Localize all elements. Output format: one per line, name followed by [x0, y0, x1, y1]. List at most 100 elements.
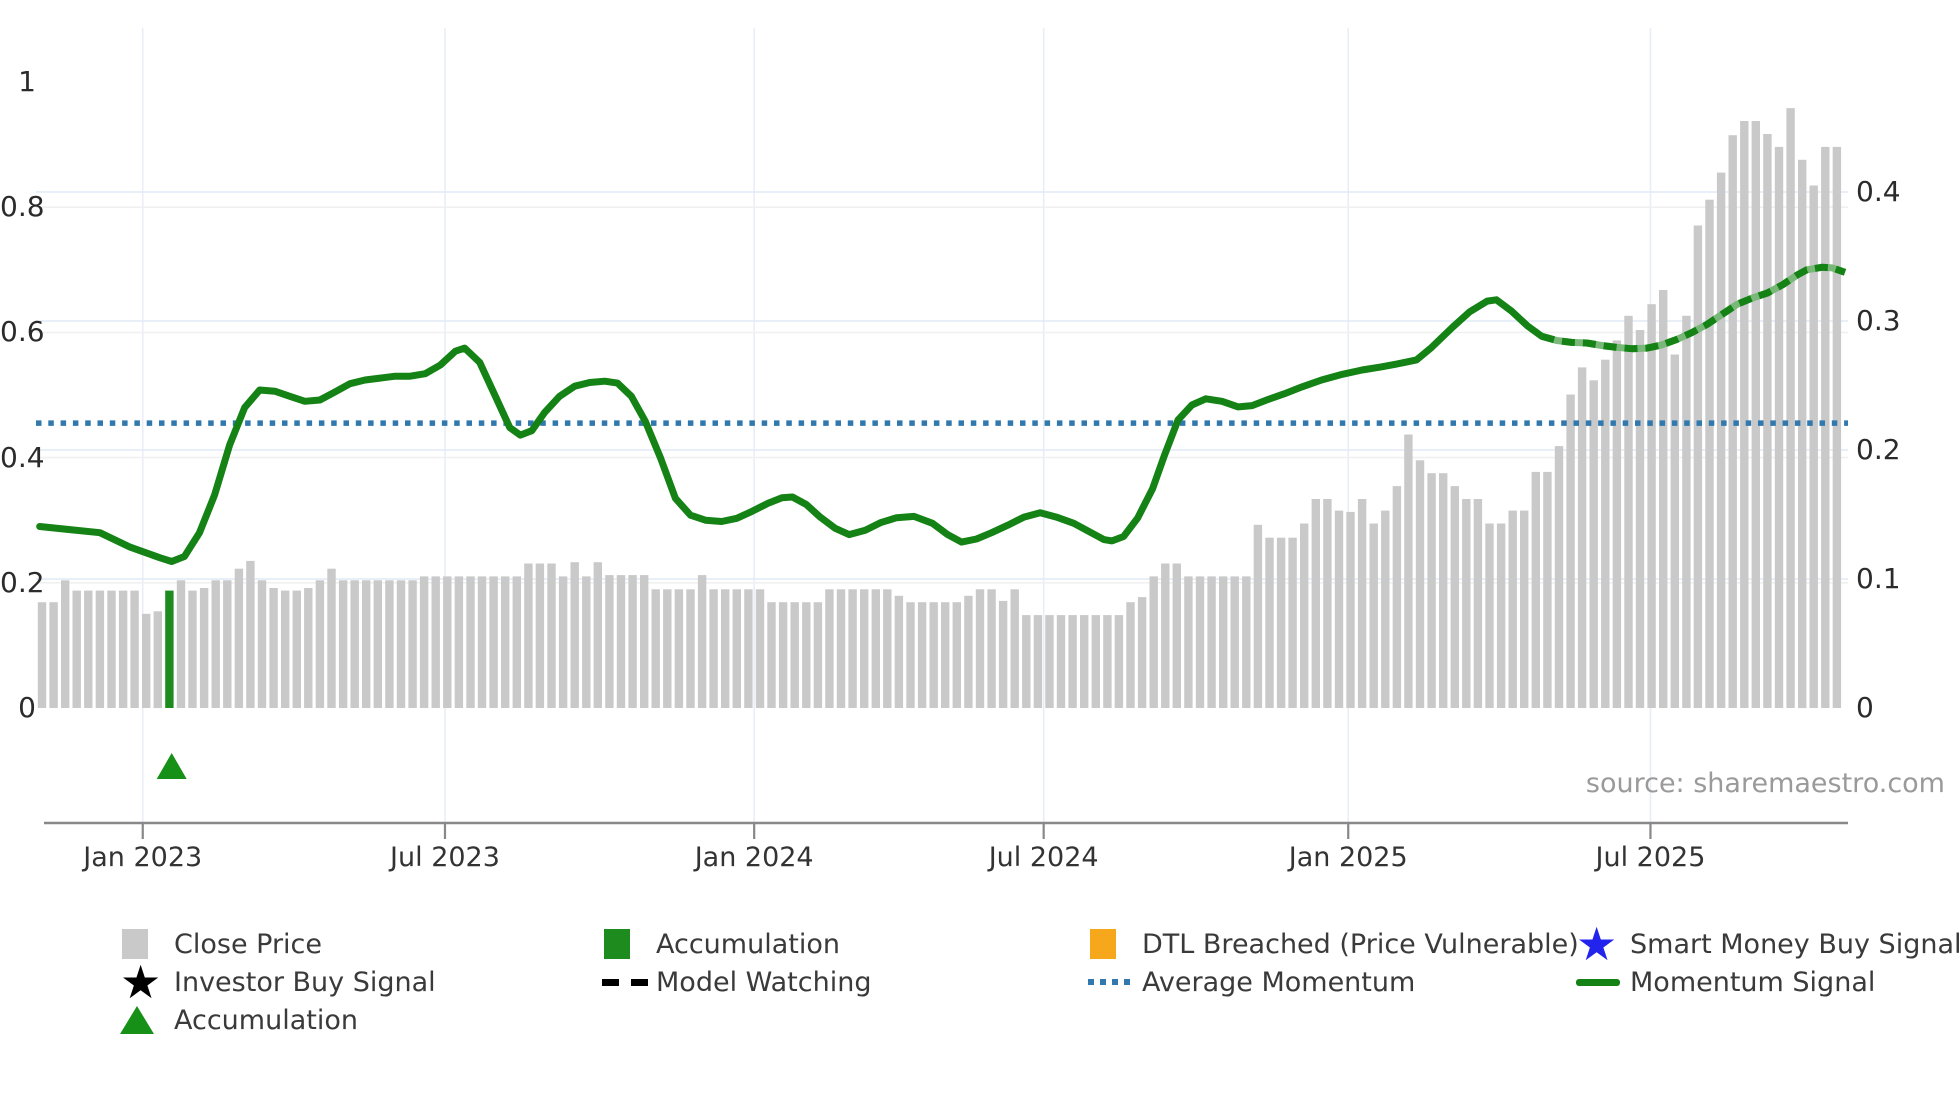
price-bar	[1288, 537, 1297, 708]
price-bar	[362, 580, 371, 708]
price-bar	[1543, 471, 1552, 708]
price-bar	[674, 589, 684, 708]
price-bar	[1415, 460, 1425, 708]
left-axis-tick-label: 0.6	[0, 315, 45, 349]
price-bar	[1404, 434, 1413, 708]
black-dashes-swatch	[602, 978, 648, 986]
price-bar	[1496, 523, 1506, 708]
price-bar	[570, 562, 579, 708]
x-axis-tick-label: Jan 2025	[1288, 842, 1408, 873]
legend-item-close-price: Close Price	[120, 925, 436, 963]
price-bar	[964, 595, 973, 708]
price-bar	[95, 590, 105, 708]
price-bar	[825, 589, 834, 708]
price-bar	[894, 595, 904, 708]
right-axis-tick-label: 0.2	[1856, 433, 1901, 466]
price-bar	[466, 576, 475, 708]
price-bar	[1821, 146, 1830, 708]
x-axis-tick-label: Jan 2024	[694, 842, 814, 873]
price-bar	[709, 589, 718, 708]
orange-square-swatch	[1090, 929, 1116, 959]
price-bar	[1774, 146, 1784, 708]
price-bar	[1566, 394, 1575, 708]
price-bar	[1219, 576, 1228, 708]
legend-label: Smart Money Buy Signal	[1630, 928, 1960, 960]
green-square-swatch	[604, 929, 630, 959]
legend-label: Accumulation	[174, 1004, 358, 1036]
price-bar	[767, 602, 776, 708]
price-bar	[651, 589, 660, 708]
right-axis-tick-label: 0.3	[1856, 304, 1901, 337]
price-bar	[234, 568, 244, 708]
blue-dotted-swatch	[1088, 979, 1134, 985]
price-bar	[1577, 367, 1587, 708]
price-bar	[304, 588, 313, 708]
left-axis-tick-label: 0.4	[0, 440, 45, 474]
price-bar	[1045, 615, 1054, 708]
price-bar	[211, 580, 220, 708]
price-bar	[975, 589, 985, 708]
price-bar	[118, 590, 128, 708]
price-bar	[917, 602, 927, 708]
price-bar	[1832, 146, 1842, 708]
price-bar	[1195, 576, 1205, 708]
legend-column: Accumulation Model Watching	[602, 925, 871, 1001]
price-bar	[1624, 315, 1633, 708]
price-bar	[1798, 159, 1807, 709]
price-bar	[1439, 473, 1448, 708]
price-bar	[153, 611, 162, 709]
price-bar	[257, 580, 267, 708]
price-bar	[558, 576, 568, 708]
price-bar	[605, 575, 614, 708]
price-bar	[1276, 537, 1286, 708]
price-bar	[1230, 576, 1239, 708]
price-bar	[755, 589, 765, 708]
x-axis-tick-label: Jul 2024	[988, 842, 1099, 873]
price-bar	[1716, 172, 1726, 709]
horizontal-gridlines	[36, 191, 1848, 584]
black-star-icon	[120, 963, 168, 1001]
x-axis-tick-label: Jan 2023	[83, 842, 203, 873]
price-bar	[1369, 523, 1378, 708]
price-bar	[246, 560, 255, 708]
legend-label: Momentum Signal	[1630, 966, 1876, 998]
price-bar	[49, 602, 58, 708]
price-bar	[142, 613, 151, 708]
price-bar	[1184, 576, 1193, 708]
price-bar	[1809, 185, 1818, 708]
price-bar	[836, 589, 846, 708]
price-bar	[61, 580, 70, 708]
price-bar	[107, 590, 116, 708]
price-bar	[987, 589, 996, 708]
price-bar	[188, 590, 197, 708]
price-bar	[1323, 499, 1332, 708]
price-bar	[547, 563, 556, 708]
price-bar	[1068, 615, 1077, 708]
green-square-icon	[602, 929, 650, 959]
price-bar	[1080, 615, 1089, 708]
left-axis-tick-label: 0	[18, 691, 36, 724]
price-bar	[1450, 486, 1459, 708]
price-bar	[778, 602, 788, 708]
legend-item-momentum-signal: Momentum Signal	[1576, 963, 1960, 1001]
legend-label: Accumulation	[656, 928, 840, 960]
legend-item-model-watching: Model Watching	[602, 963, 871, 1001]
price-bar	[1612, 340, 1622, 708]
price-bar	[1137, 597, 1147, 708]
price-bar	[1601, 359, 1610, 708]
price-bar	[1346, 511, 1355, 708]
blue-dotted-icon	[1088, 979, 1136, 985]
left-axis-tick-label: 1	[18, 65, 36, 98]
price-bar	[454, 576, 464, 708]
price-bar	[1659, 290, 1668, 708]
price-bar	[1300, 523, 1309, 708]
legend-label: Close Price	[174, 928, 322, 960]
legend-column: DTL Breached (Price Vulnerable) Average M…	[1088, 925, 1579, 1001]
left-axis-tick-label: 0.8	[0, 190, 45, 224]
price-bar	[524, 563, 533, 708]
close-price-bars	[37, 108, 1842, 709]
legend-label: Model Watching	[656, 966, 872, 998]
price-bar	[744, 589, 753, 708]
price-bar	[697, 575, 707, 708]
price-bar	[1253, 524, 1263, 708]
